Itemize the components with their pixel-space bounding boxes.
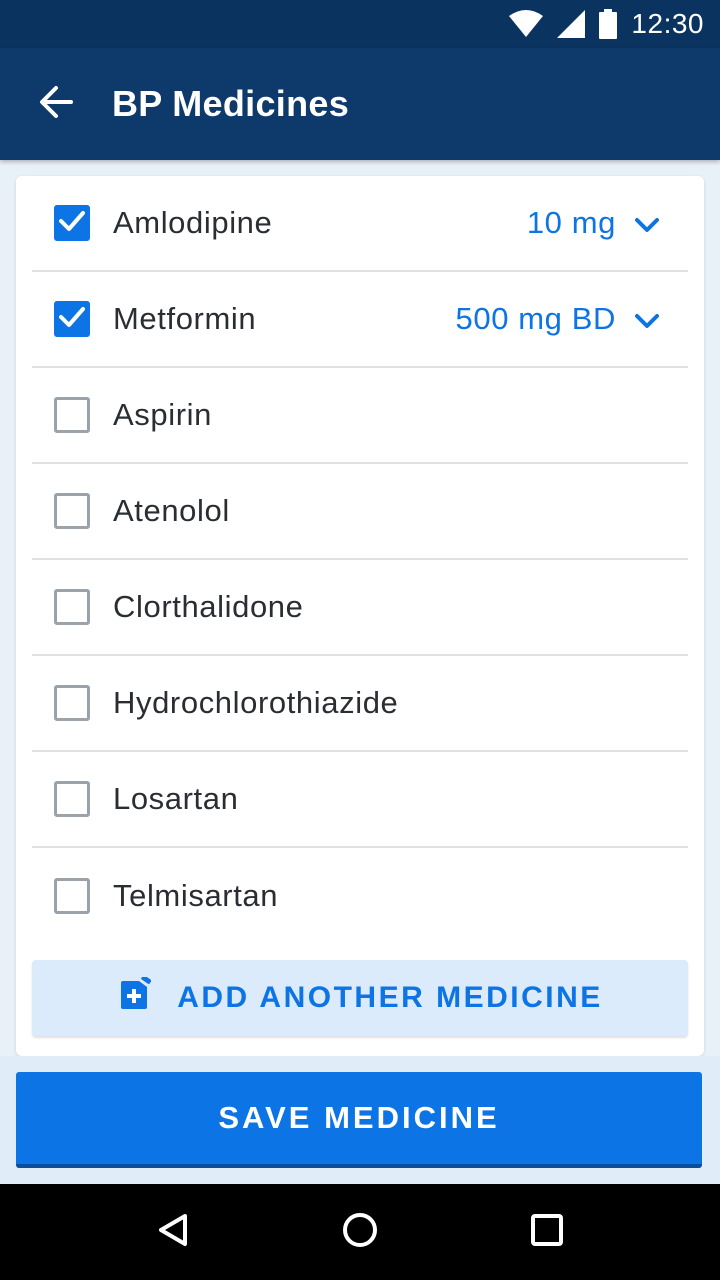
checkbox-unchecked[interactable] [54,878,90,914]
medicine-list: Amlodipine 10 mg Metformin 500 mg BD Aspirin… [32,176,688,944]
dosage-value: 500 mg BD [455,301,616,336]
checkbox-unchecked[interactable] [54,493,90,529]
checkbox-unchecked[interactable] [54,685,90,721]
signal-icon [557,10,586,38]
add-medicine-icon [117,975,152,1019]
medicine-row[interactable]: Aspirin [32,368,688,464]
medicine-name: Amlodipine [113,205,273,240]
medicine-name: Aspirin [113,397,212,432]
checkbox-unchecked[interactable] [54,589,90,625]
medicine-name: Atenolol [113,493,230,528]
add-medicine-label: ADD ANOTHER MEDICINE [177,981,603,1014]
system-nav-bar [0,1184,720,1280]
save-medicine-button[interactable]: SAVE MEDICINE [16,1072,702,1168]
checkbox-unchecked[interactable] [54,397,90,433]
home-circle-icon [342,1212,378,1253]
back-triangle-icon [157,1213,189,1252]
nav-home-button[interactable] [320,1192,400,1272]
checkbox-checked[interactable] [54,205,90,241]
wifi-icon [509,10,544,38]
app-bar: BP Medicines [0,48,720,160]
medicine-row[interactable]: Telmisartan [32,848,688,944]
page-title: BP Medicines [112,83,350,124]
status-time: 12:30 [631,8,704,39]
medicine-row[interactable]: Atenolol [32,464,688,560]
check-icon [59,306,85,333]
dosage-dropdown[interactable]: 10 mg [527,205,688,241]
checkbox-unchecked[interactable] [54,781,90,817]
recents-square-icon [530,1213,564,1252]
medicine-row[interactable]: Losartan [32,752,688,848]
save-area: SAVE MEDICINE [0,1056,720,1184]
save-medicine-label: SAVE MEDICINE [218,1100,500,1135]
battery-icon [599,9,618,39]
dosage-dropdown[interactable]: 500 mg BD [456,301,688,337]
arrow-back-icon [39,85,73,124]
medicine-row[interactable]: Metformin 500 mg BD [32,272,688,368]
medicine-row[interactable]: Amlodipine 10 mg [32,176,688,272]
medicine-name: Losartan [113,781,239,816]
medicine-name: Hydrochlorothiazide [113,685,399,720]
status-bar: 12:30 [0,0,720,48]
check-icon [59,210,85,237]
medicine-name: Metformin [113,301,257,336]
nav-recents-button[interactable] [507,1192,587,1272]
medicine-name: Clorthalidone [113,589,304,624]
nav-back-button[interactable] [133,1192,213,1272]
back-button[interactable] [28,76,84,132]
medicine-row[interactable]: Clorthalidone [32,560,688,656]
dosage-value: 10 mg [526,205,616,240]
chevron-down-icon [634,301,660,337]
medicine-list-card: Amlodipine 10 mg Metformin 500 mg BD Aspirin… [16,176,704,1056]
medicine-name: Telmisartan [113,878,279,913]
medicine-row[interactable]: Hydrochlorothiazide [32,656,688,752]
add-another-medicine-button[interactable]: ADD ANOTHER MEDICINE [32,960,688,1036]
chevron-down-icon [634,205,660,241]
checkbox-checked[interactable] [54,301,90,337]
